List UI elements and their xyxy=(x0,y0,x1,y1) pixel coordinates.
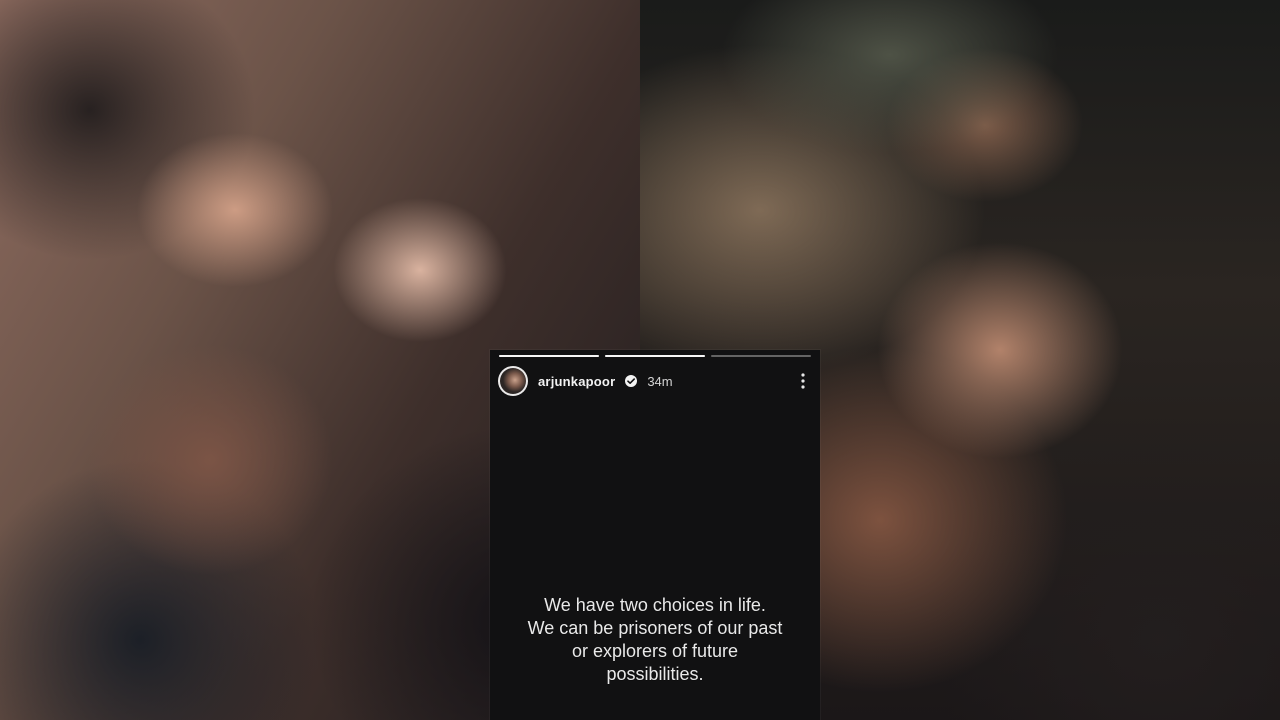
story-time-ago: 34m xyxy=(647,373,673,389)
story-progress-bar xyxy=(499,355,811,357)
progress-segment-fill xyxy=(499,355,599,357)
collage-canvas: arjunkapoor 34m We have two choices in l… xyxy=(0,0,1280,720)
more-vertical-icon[interactable] xyxy=(794,372,812,390)
progress-segment xyxy=(499,355,599,357)
verified-badge-icon xyxy=(625,375,638,387)
progress-segment xyxy=(605,355,705,357)
story-username[interactable]: arjunkapoor xyxy=(538,374,615,389)
avatar[interactable] xyxy=(498,366,528,396)
instagram-story-card: arjunkapoor 34m We have two choices in l… xyxy=(490,350,820,720)
progress-segment xyxy=(711,355,811,357)
story-header: arjunkapoor 34m xyxy=(498,364,812,398)
progress-segment-fill xyxy=(605,355,705,357)
story-caption: We have two choices in life. We can be p… xyxy=(527,595,783,684)
